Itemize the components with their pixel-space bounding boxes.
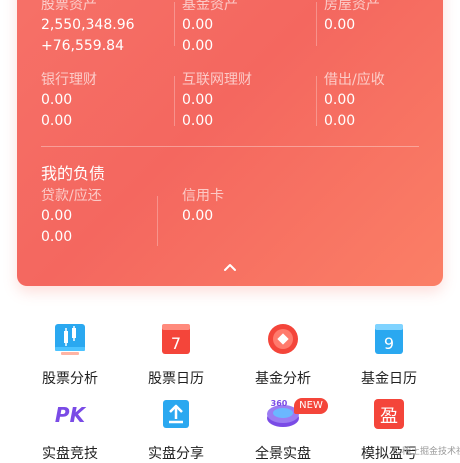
shortcut-label: 全景实盘 [255, 446, 311, 462]
calendar-number: 9 [384, 334, 394, 353]
credit-card-cell[interactable]: 信用卡 0.00 [182, 187, 300, 227]
credit-card-value: 0.00 [182, 208, 214, 224]
stock-analysis-icon [52, 321, 88, 357]
chevron-up-icon[interactable] [222, 261, 238, 273]
bank-wealth-value-2: 0.00 [41, 113, 73, 129]
internet-wealth-value: 0.00 [182, 92, 214, 108]
icon-character: 盈 [380, 406, 398, 427]
internet-wealth-value-2: 0.00 [182, 113, 214, 129]
lent-receivable-value: 0.00 [324, 92, 356, 108]
fund-assets-label: 基金资产 [182, 0, 238, 13]
bank-wealth-value: 0.00 [41, 92, 73, 108]
divider [316, 76, 317, 126]
new-badge: NEW [294, 398, 328, 414]
shortcut-stock-calendar[interactable]: 7 股票日历 [126, 321, 226, 388]
fund-assets-value-2: 0.00 [182, 38, 214, 54]
icon-360-text: 360 [271, 399, 288, 408]
fund-assets-cell[interactable]: 基金资产 0.00 0.00 [182, 0, 300, 57]
share-upload-icon [158, 396, 194, 432]
loan-payable-cell[interactable]: 贷款/应还 0.00 0.00 [41, 187, 159, 248]
lent-receivable-cell[interactable]: 借出/应收 0.00 0.00 [324, 71, 442, 132]
stock-assets-change: +76,559.84 [41, 38, 124, 54]
calendar-7-icon: 7 [158, 321, 194, 357]
divider [174, 76, 175, 126]
property-assets-label: 房屋资产 [324, 0, 380, 13]
loan-payable-value-2: 0.00 [41, 229, 73, 245]
internet-wealth-label: 互联网理财 [182, 72, 252, 88]
shortcut-label: 基金分析 [255, 371, 311, 387]
shortcut-fund-analysis[interactable]: 基金分析 [233, 321, 333, 388]
lent-receivable-label: 借出/应收 [324, 72, 385, 88]
divider [316, 2, 317, 46]
calendar-9-icon: 9 [371, 321, 407, 357]
bank-wealth-cell[interactable]: 银行理财 0.00 0.00 [41, 71, 159, 132]
stock-assets-value: 2,550,348.96 [41, 17, 135, 33]
credit-card-label: 信用卡 [182, 188, 224, 204]
watermark: 稀土掘金技术社区 [402, 447, 460, 457]
shortcut-stock-analysis[interactable]: 股票分析 [20, 321, 120, 388]
internet-wealth-cell[interactable]: 互联网理财 0.00 0.00 [182, 71, 300, 132]
lent-receivable-value-2: 0.00 [324, 113, 356, 129]
pk-icon: PK [52, 396, 88, 432]
loan-payable-value: 0.00 [41, 208, 73, 224]
section-divider [41, 146, 419, 147]
pk-text: PK [55, 403, 87, 427]
shortcut-label: 基金日历 [361, 371, 417, 387]
stock-assets-cell[interactable]: 股票资产 2,550,348.96 +76,559.84 [41, 0, 159, 57]
shortcut-fund-calendar[interactable]: 9 基金日历 [339, 321, 439, 388]
divider [174, 2, 175, 46]
property-assets-cell[interactable]: 房屋资产 0.00 [324, 0, 442, 36]
loan-payable-label: 贷款/应还 [41, 188, 102, 204]
fund-assets-value: 0.00 [182, 17, 214, 33]
calendar-number: 7 [171, 334, 181, 353]
simulate-profit-icon: 盈 [371, 396, 407, 432]
shortcut-live-competition[interactable]: PK 实盘竞技 [20, 396, 120, 463]
shortcut-label: 实盘分享 [148, 446, 204, 462]
property-assets-value: 0.00 [324, 17, 356, 33]
liabilities-title: 我的负债 [41, 164, 106, 183]
shortcut-label: 实盘竞技 [42, 446, 98, 462]
shortcut-label: 股票分析 [42, 371, 98, 387]
bank-wealth-label: 银行理财 [41, 72, 97, 88]
divider [157, 196, 158, 246]
fund-analysis-icon [265, 321, 301, 357]
shortcut-label: 股票日历 [148, 371, 204, 387]
shortcut-live-share[interactable]: 实盘分享 [126, 396, 226, 463]
stock-assets-label: 股票资产 [41, 0, 97, 13]
asset-summary-card: 股票资产 2,550,348.96 +76,559.84 基金资产 0.00 0… [17, 0, 443, 286]
